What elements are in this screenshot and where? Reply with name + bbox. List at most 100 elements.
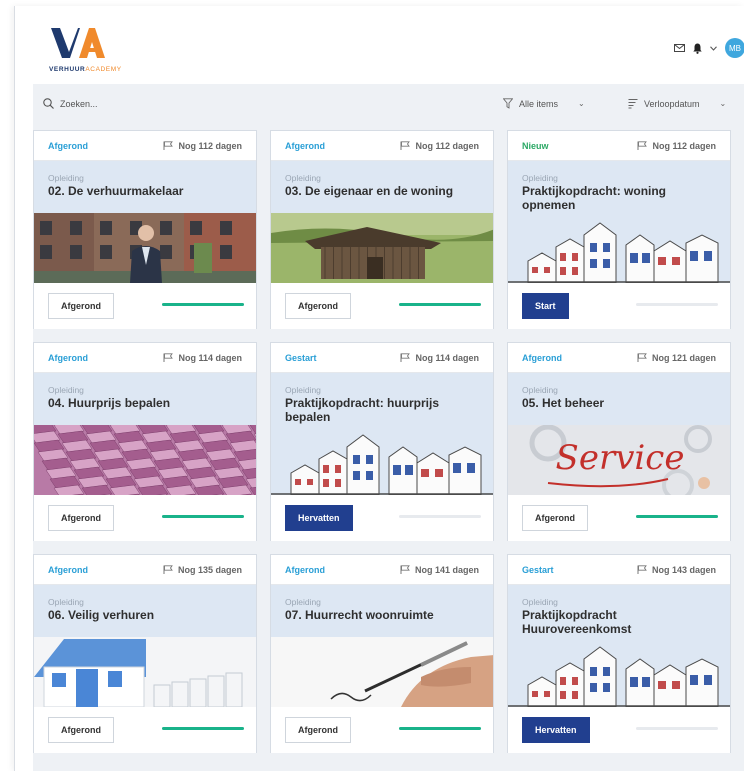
course-card[interactable]: Afgerond Nog 112 dagen Opleiding 02. De … <box>33 130 257 329</box>
progress-bar <box>162 515 244 518</box>
course-image-houses <box>271 425 493 495</box>
logo-wordmark: VERHUURACADEMY <box>49 66 122 73</box>
flag-icon <box>400 141 411 150</box>
progress-bar <box>636 303 718 306</box>
course-card[interactable]: Afgerond Nog 114 dagen Opleiding 04. Huu… <box>33 342 257 541</box>
course-image-banknotes <box>34 425 256 495</box>
verhuuracademy-logo[interactable]: VERHUURACADEMY <box>49 26 129 76</box>
course-card[interactable]: Afgerond Nog 112 dagen Opleiding 03. De … <box>270 130 494 329</box>
chevron-down-icon: ⌄ <box>719 99 727 108</box>
card-body[interactable]: Opleiding 07. Huurrecht woonruimte <box>271 585 493 707</box>
card-body[interactable]: Opleiding 04. Huurprijs bepalen <box>34 373 256 495</box>
progress-bar <box>636 727 718 730</box>
logo-text-bold: VERHUUR <box>49 66 86 73</box>
course-title[interactable]: 03. De eigenaar en de woning <box>285 184 485 198</box>
toolbar: Alle items ⌄ Verloopdatum ⌄ <box>33 84 744 128</box>
course-card[interactable]: Gestart Nog 143 dagen Opleiding Praktijk… <box>507 554 731 753</box>
card-body[interactable]: Opleiding Praktijkopdracht: woning opnem… <box>508 161 730 283</box>
header-actions: MB <box>674 38 744 58</box>
deadline: Nog 112 dagen <box>400 141 479 151</box>
card-body[interactable]: Opleiding 02. De verhuurmakelaar <box>34 161 256 283</box>
course-type: Opleiding <box>285 385 321 395</box>
course-type: Opleiding <box>522 173 558 183</box>
course-image-houses <box>508 213 730 283</box>
completed-button[interactable]: Afgerond <box>522 505 588 531</box>
status-badge: Afgerond <box>522 352 562 363</box>
card-footer: Afgerond <box>34 283 256 329</box>
flag-icon <box>163 353 174 362</box>
search-input[interactable] <box>60 98 180 109</box>
sort-dropdown[interactable]: Verloopdatum ⌄ <box>628 98 726 109</box>
deadline-text: Nog 143 dagen <box>651 564 716 575</box>
card-body[interactable]: Opleiding 03. De eigenaar en de woning <box>271 161 493 283</box>
sort-icon <box>628 99 638 109</box>
course-card[interactable]: Gestart Nog 114 dagen Opleiding Praktijk… <box>270 342 494 541</box>
deadline: Nog 112 dagen <box>163 141 242 151</box>
completed-button[interactable]: Afgerond <box>285 717 351 743</box>
card-body[interactable]: Opleiding Praktijkopdracht Huurovereenko… <box>508 585 730 707</box>
deadline: Nog 143 dagen <box>637 565 716 575</box>
avatar[interactable]: MB <box>725 38 744 58</box>
progress-fill <box>162 727 244 730</box>
completed-button[interactable]: Afgerond <box>48 293 114 319</box>
chevron-down-icon[interactable] <box>710 45 717 51</box>
card-header: Afgerond Nog 114 dagen <box>34 343 256 373</box>
status-badge: Nieuw <box>522 140 549 151</box>
course-card[interactable]: Afgerond Nog 135 dagen Opleiding 06. Vei… <box>33 554 257 753</box>
completed-button[interactable]: Afgerond <box>48 505 114 531</box>
course-card[interactable]: Afgerond Nog 121 dagen Opleiding 05. Het… <box>507 342 731 541</box>
course-image-houses <box>508 637 730 707</box>
card-header: Afgerond Nog 112 dagen <box>34 131 256 161</box>
course-card[interactable]: Nieuw Nog 112 dagen Opleiding Praktijkop… <box>507 130 731 329</box>
progress-bar <box>162 727 244 730</box>
resume-button[interactable]: Hervatten <box>522 717 590 743</box>
search-box[interactable] <box>43 98 180 109</box>
course-title[interactable]: Praktijkopdracht Huurovereenkomst <box>522 608 722 636</box>
completed-button[interactable]: Afgerond <box>48 717 114 743</box>
course-image-service: Service <box>508 425 730 495</box>
card-header: Afgerond Nog 121 dagen <box>508 343 730 373</box>
card-footer: Afgerond <box>34 707 256 753</box>
flag-icon <box>637 141 648 150</box>
card-footer: Afgerond <box>271 283 493 329</box>
course-title[interactable]: 05. Het beheer <box>522 396 722 410</box>
status-badge: Afgerond <box>285 140 325 151</box>
logo-mark <box>51 28 105 58</box>
deadline-text: Nog 121 dagen <box>651 352 716 363</box>
deadline-text: Nog 112 dagen <box>415 140 479 151</box>
card-body[interactable]: Opleiding Praktijkopdracht: huurprijs be… <box>271 373 493 495</box>
deadline-text: Nog 135 dagen <box>177 564 242 575</box>
course-title[interactable]: 04. Huurprijs bepalen <box>48 396 248 410</box>
deadline-text: Nog 141 dagen <box>414 564 479 575</box>
app-frame: VERHUURACADEMY MB Alle items ⌄ <box>14 6 744 771</box>
deadline-text: Nog 112 dagen <box>178 140 242 151</box>
card-header: Gestart Nog 114 dagen <box>271 343 493 373</box>
resume-button[interactable]: Hervatten <box>285 505 353 531</box>
deadline: Nog 141 dagen <box>400 565 479 575</box>
card-header: Nieuw Nog 112 dagen <box>508 131 730 161</box>
resume-button[interactable]: Start <box>522 293 569 319</box>
course-title[interactable]: 02. De verhuurmakelaar <box>48 184 248 198</box>
filter-items-dropdown[interactable]: Alle items ⌄ <box>503 98 585 109</box>
card-body[interactable]: Opleiding 06. Veilig verhuren <box>34 585 256 707</box>
course-card[interactable]: Afgerond Nog 141 dagen Opleiding 07. Huu… <box>270 554 494 753</box>
completed-button[interactable]: Afgerond <box>285 293 351 319</box>
deadline: Nog 135 dagen <box>163 565 242 575</box>
deadline-text: Nog 112 dagen <box>652 140 716 151</box>
course-title[interactable]: Praktijkopdracht: woning opnemen <box>522 184 722 212</box>
bell-icon[interactable] <box>693 43 702 54</box>
course-title[interactable]: Praktijkopdracht: huurprijs bepalen <box>285 396 485 424</box>
course-title[interactable]: 06. Veilig verhuren <box>48 608 248 622</box>
status-badge: Afgerond <box>285 564 325 575</box>
service-image-text: Service <box>556 438 685 478</box>
mail-icon[interactable] <box>674 44 685 52</box>
card-footer: Hervatten <box>508 707 730 753</box>
card-body[interactable]: Opleiding 05. Het beheer Service <box>508 373 730 495</box>
course-title[interactable]: 07. Huurrecht woonruimte <box>285 608 485 622</box>
search-icon <box>43 98 54 109</box>
course-type: Opleiding <box>48 597 84 607</box>
status-badge: Afgerond <box>48 564 88 575</box>
deadline: Nog 112 dagen <box>637 141 716 151</box>
status-badge: Gestart <box>285 352 317 363</box>
sort-label: Verloopdatum <box>644 98 700 109</box>
